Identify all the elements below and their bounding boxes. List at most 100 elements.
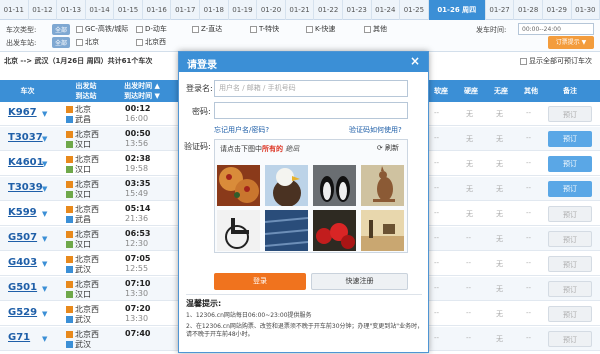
station-option-beijingxi[interactable]: 北京西 — [136, 37, 166, 47]
checkbox[interactable] — [136, 25, 143, 33]
type-option-k[interactable]: K-快速 — [306, 24, 335, 34]
date-tab[interactable]: 01-13 — [57, 0, 86, 20]
date-tab[interactable]: 01-28 — [514, 0, 543, 20]
chevron-down-icon[interactable]: ▼ — [42, 185, 47, 193]
book-button[interactable]: 预订 — [548, 331, 592, 347]
chevron-down-icon[interactable]: ▼ — [42, 310, 47, 318]
book-button[interactable]: 预订 — [548, 306, 592, 322]
book-button[interactable]: 预订 — [548, 256, 592, 272]
register-button[interactable]: 快速注册 — [311, 273, 408, 290]
date-tab[interactable]: 01-21 — [286, 0, 315, 20]
book-button[interactable]: 预订 — [548, 231, 592, 247]
station-all-tag[interactable]: 全部 — [52, 37, 71, 48]
captcha-help-link[interactable]: 验证码如何使用? — [349, 125, 402, 135]
date-tab[interactable]: 01-30 — [572, 0, 600, 20]
date-tab[interactable]: 01-11 — [0, 0, 29, 20]
checkbox[interactable] — [192, 25, 199, 33]
chevron-down-icon[interactable]: ▼ — [42, 285, 47, 293]
type-option-z[interactable]: Z-直达 — [192, 24, 222, 34]
date-tab[interactable]: 01-20 — [257, 0, 286, 20]
date-tab[interactable]: 01-15 — [114, 0, 143, 20]
train-number-link[interactable]: G71 — [8, 332, 30, 343]
col-depart-time[interactable]: 出发时间 ▲ — [116, 81, 168, 91]
train-number-link[interactable]: T3037 — [8, 132, 43, 143]
depart-time: 06:53 — [125, 229, 151, 238]
date-tab[interactable]: 01-24 — [372, 0, 401, 20]
train-number-link[interactable]: K4601 — [8, 157, 44, 168]
captcha-tile-denim[interactable] — [265, 210, 308, 251]
type-option-d[interactable]: D-动车 — [136, 24, 167, 34]
date-tab[interactable]: 01-29 — [543, 0, 572, 20]
train-number-link[interactable]: G507 — [8, 232, 37, 243]
checkbox[interactable] — [76, 25, 83, 33]
col-arrive-time[interactable]: 到达时间 ▼ — [116, 91, 168, 101]
date-tab[interactable]: 01-23 — [343, 0, 372, 20]
no-seat-value: 无 — [496, 135, 503, 143]
col-times[interactable]: 出发时间 ▲ 到达时间 ▼ — [116, 80, 168, 102]
book-button[interactable]: 预订 — [548, 206, 592, 222]
book-button[interactable]: 预订 — [548, 106, 592, 122]
soft-seat-value: -- — [434, 184, 440, 192]
date-tab[interactable]: 01-25 — [400, 0, 429, 20]
close-icon[interactable]: × — [410, 54, 420, 68]
checkbox[interactable] — [250, 25, 257, 33]
captcha-tile-pizza[interactable] — [217, 165, 260, 206]
checkbox[interactable] — [364, 25, 371, 33]
captcha-tile-eagle[interactable] — [265, 165, 308, 206]
train-number-link[interactable]: K967 — [8, 107, 37, 118]
chevron-down-icon[interactable]: ▼ — [42, 260, 47, 268]
date-tab[interactable]: 01-19 — [229, 0, 258, 20]
train-number-link[interactable]: G403 — [8, 257, 37, 268]
train-number-link[interactable]: G501 — [8, 282, 37, 293]
date-tab[interactable]: 01-27 — [486, 0, 515, 20]
show-all-option[interactable]: 显示全部可预订车次 — [520, 56, 592, 66]
checkbox[interactable] — [136, 38, 143, 46]
tip-line-2: 2、在12306.cn网站购票、改签和退票须不晚于开车前30分钟；办理"变更到站… — [186, 323, 424, 338]
chevron-down-icon[interactable]: ▼ — [42, 210, 47, 218]
book-button[interactable]: 预订 — [548, 281, 592, 297]
captcha-tile-apples[interactable] — [313, 210, 356, 251]
col-train[interactable]: 车次 — [0, 80, 55, 102]
chevron-down-icon[interactable]: ▼ — [42, 160, 47, 168]
hard-seat-value: -- — [466, 309, 472, 317]
train-number-link[interactable]: G529 — [8, 307, 37, 318]
hard-seat-value: 无 — [466, 135, 473, 143]
type-option-gc[interactable]: GC-高铁/城际 — [76, 24, 128, 34]
captcha-tile-desert[interactable] — [361, 210, 404, 251]
book-button[interactable]: 预订 — [548, 131, 592, 147]
dialog-header: 请登录 × — [179, 52, 428, 72]
depart-time-select[interactable]: 00:00--24:00 — [518, 23, 594, 35]
date-tab[interactable]: 01-17 — [171, 0, 201, 20]
date-tab[interactable]: 01-22 — [314, 0, 343, 20]
book-button[interactable]: 预订 — [548, 181, 592, 197]
checkbox[interactable] — [76, 38, 83, 46]
chevron-down-icon[interactable]: ▼ — [42, 235, 47, 243]
subscribe-button[interactable]: 订票提示 ▼ — [548, 36, 594, 49]
captcha-tile-kangaroo[interactable] — [361, 165, 404, 206]
chevron-down-icon[interactable]: ▼ — [42, 135, 47, 143]
chevron-down-icon[interactable]: ▼ — [42, 110, 47, 118]
login-button[interactable]: 登录 — [214, 273, 306, 290]
type-option-other[interactable]: 其他 — [364, 24, 387, 34]
date-tab[interactable]: 01-26 周四 — [428, 0, 486, 20]
forgot-password-link[interactable]: 忘记用户名/密码? — [214, 125, 269, 135]
train-number-link[interactable]: T3039 — [8, 182, 43, 193]
date-tab[interactable]: 01-18 — [200, 0, 229, 20]
username-input[interactable]: 用户名 / 邮箱 / 手机号码 — [214, 80, 408, 97]
train-type-all-tag[interactable]: 全部 — [52, 24, 71, 35]
train-number-link[interactable]: K599 — [8, 207, 37, 218]
captcha-tile-penguins[interactable] — [313, 165, 356, 206]
date-tab[interactable]: 01-16 — [143, 0, 172, 20]
date-tab[interactable]: 01-12 — [29, 0, 58, 20]
book-button[interactable]: 预订 — [548, 156, 592, 172]
date-tab[interactable]: 01-14 — [86, 0, 115, 20]
captcha-refresh-button[interactable]: ⟳ 刷新 — [377, 143, 399, 153]
captcha-tile-wheelchair[interactable] — [217, 210, 260, 251]
type-option-t[interactable]: T-特快 — [250, 24, 279, 34]
soft-seat-value: -- — [434, 159, 440, 167]
checkbox[interactable] — [306, 25, 313, 33]
station-option-beijing[interactable]: 北京 — [76, 37, 99, 47]
password-input[interactable] — [214, 102, 408, 119]
chevron-down-icon[interactable]: ▼ — [42, 335, 47, 343]
checkbox[interactable] — [520, 57, 527, 65]
